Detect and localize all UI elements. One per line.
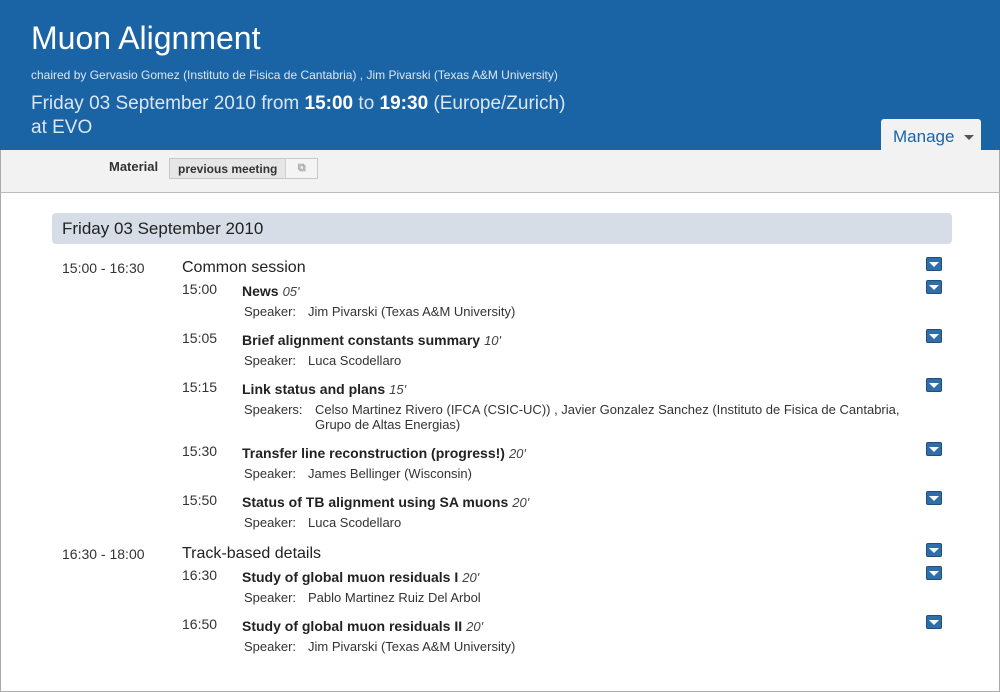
contribution-time: 16:50 xyxy=(182,616,218,632)
speaker-name: Celso Martinez Rivero (IFCA (CSIC-UC)) ,… xyxy=(315,402,900,432)
contribution-time: 15:05 xyxy=(182,330,218,346)
material-bar: Material previous meeting ⧉ xyxy=(0,150,1000,193)
menu-down-icon xyxy=(929,570,939,576)
contribution-duration: 20' xyxy=(512,495,530,510)
speaker-line: Speakers: Celso Martinez Rivero (IFCA (CS… xyxy=(244,402,924,432)
day-header: Friday 03 September 2010 xyxy=(52,213,952,244)
contribution-title[interactable]: Status of TB alignment using SA muons 20' xyxy=(242,494,529,510)
menu-down-icon xyxy=(929,619,939,625)
speaker-label: Speakers: xyxy=(244,402,303,417)
contribution-time: 15:15 xyxy=(182,379,218,395)
menu-down-icon xyxy=(929,261,939,267)
contribution-duration: 20' xyxy=(466,619,484,634)
contribution-title-text: Study of global muon residuals II xyxy=(242,618,463,634)
contribution-title[interactable]: Study of global muon residuals II 20' xyxy=(242,618,483,634)
contribution-menu-button[interactable] xyxy=(926,566,942,580)
contribution-title-text: Status of TB alignment using SA muons xyxy=(242,494,509,510)
session-title[interactable]: Common session xyxy=(182,259,306,277)
contribution-title[interactable]: Study of global muon residuals I 20' xyxy=(242,569,479,585)
contribution-title-text: Study of global muon residuals I xyxy=(242,569,459,585)
speaker-line: Speaker: Jim Pivarski (Texas A&M Universi… xyxy=(244,639,515,654)
contribution-title[interactable]: Brief alignment constants summary 10' xyxy=(242,332,501,348)
session-menu-button[interactable] xyxy=(926,257,942,271)
contribution-menu-button[interactable] xyxy=(926,280,942,294)
contribution-title[interactable]: Link status and plans 15' xyxy=(242,381,406,397)
timetable: Friday 03 September 2010 15:00 - 16:30 C… xyxy=(0,193,1000,692)
contribution-title-text: Brief alignment constants summary xyxy=(242,332,481,348)
speaker-name: James Bellinger (Wisconsin) xyxy=(308,466,472,481)
contribution-title-text: Link status and plans xyxy=(242,381,386,397)
previous-meeting-button[interactable]: previous meeting ⧉ xyxy=(169,158,319,179)
speaker-label: Speaker: xyxy=(244,466,297,481)
speaker-name: Luca Scodellaro xyxy=(308,515,402,530)
session-time: 16:30 - 18:00 xyxy=(62,546,145,562)
speaker-line: Speaker: Luca Scodellaro xyxy=(244,515,401,530)
contribution-duration: 10' xyxy=(484,333,502,348)
event-date: Friday 03 September 2010 from 15:00 to 1… xyxy=(31,92,565,140)
speaker-name: Luca Scodellaro xyxy=(308,353,402,368)
timezone: (Europe/Zurich) xyxy=(428,93,566,114)
end-time: 19:30 xyxy=(379,93,429,114)
date-to: to xyxy=(353,93,380,114)
speaker-name: Jim Pivarski (Texas A&M University) xyxy=(308,304,516,319)
contribution-title[interactable]: Transfer line reconstruction (progress!)… xyxy=(242,445,526,461)
event-chairs: chaired by Gervasio Gomez (Instituto de … xyxy=(31,68,558,82)
contribution-title[interactable]: News 05' xyxy=(242,283,300,299)
speaker-line: Speaker: Jim Pivarski (Texas A&M Universi… xyxy=(244,304,515,319)
contribution-menu-button[interactable] xyxy=(926,378,942,392)
contribution-time: 15:00 xyxy=(182,281,218,297)
contribution-menu-button[interactable] xyxy=(926,491,942,505)
previous-meeting-label: previous meeting xyxy=(178,161,278,176)
contribution-menu-button[interactable] xyxy=(926,442,942,456)
contribution-time: 15:50 xyxy=(182,492,218,508)
contribution-title-text: News xyxy=(242,283,279,299)
manage-button[interactable]: Manage xyxy=(881,119,981,150)
menu-down-icon xyxy=(929,382,939,388)
session-title[interactable]: Track-based details xyxy=(182,545,321,563)
speaker-label: Speaker: xyxy=(244,353,297,368)
event-location: at EVO xyxy=(31,117,93,138)
session-time: 15:00 - 16:30 xyxy=(62,260,145,276)
contribution-title-text: Transfer line reconstruction (progress!) xyxy=(242,445,505,461)
contribution-duration: 20' xyxy=(462,570,480,585)
contribution-menu-button[interactable] xyxy=(926,615,942,629)
external-link-icon[interactable]: ⧉ xyxy=(285,159,318,178)
speaker-name: Pablo Martinez Ruiz Del Arbol xyxy=(308,590,481,605)
speaker-label: Speaker: xyxy=(244,590,297,605)
contribution-duration: 20' xyxy=(508,446,526,461)
event-title: Muon Alignment xyxy=(31,20,261,56)
menu-down-icon xyxy=(929,495,939,501)
date-prefix: Friday 03 September 2010 from xyxy=(31,93,305,114)
speaker-name: Jim Pivarski (Texas A&M University) xyxy=(308,639,516,654)
menu-down-icon xyxy=(929,446,939,452)
contribution-duration: 15' xyxy=(389,382,407,397)
menu-down-icon xyxy=(929,284,939,290)
speaker-line: Speaker: Pablo Martinez Ruiz Del Arbol xyxy=(244,590,481,605)
event-header: Muon Alignment chaired by Gervasio Gomez… xyxy=(0,0,1000,150)
speaker-label: Speaker: xyxy=(244,639,297,654)
contribution-time: 15:30 xyxy=(182,443,218,459)
menu-down-icon xyxy=(929,333,939,339)
speaker-label: Speaker: xyxy=(244,304,297,319)
speaker-label: Speaker: xyxy=(244,515,297,530)
speaker-line: Speaker: Luca Scodellaro xyxy=(244,353,401,368)
contribution-time: 16:30 xyxy=(182,567,218,583)
session-menu-button[interactable] xyxy=(926,543,942,557)
caret-down-icon xyxy=(964,135,975,141)
menu-down-icon xyxy=(929,547,939,553)
speaker-line: Speaker: James Bellinger (Wisconsin) xyxy=(244,466,472,481)
start-time: 15:00 xyxy=(304,93,354,114)
contribution-duration: 05' xyxy=(282,284,300,299)
material-label: Material xyxy=(109,159,159,174)
manage-label: Manage xyxy=(893,127,955,146)
contribution-menu-button[interactable] xyxy=(926,329,942,343)
